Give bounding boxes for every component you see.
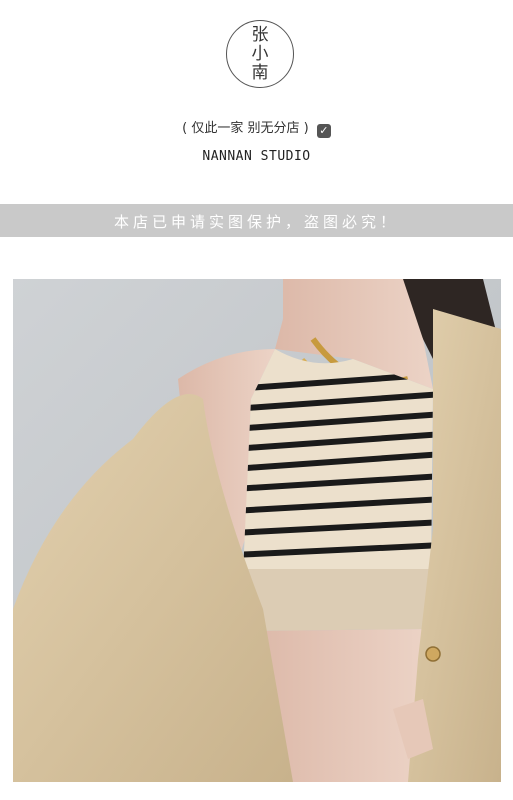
shop-logo-text: 张 小 南 <box>251 25 269 83</box>
studio-name: NANNAN STUDIO <box>202 149 311 164</box>
copyright-banner: 本店已申请实图保护，盗图必究！ <box>0 204 513 237</box>
exclusive-notice: ( 仅此一家 别无分店 ) ✓ <box>0 117 513 138</box>
copyright-banner-text: 本店已申请实图保护，盗图必究！ <box>113 213 399 231</box>
check-square-icon: ✓ <box>316 124 331 138</box>
exclusive-notice-text: ( 仅此一家 别无分店 ) <box>182 121 309 136</box>
shop-logo: 张 小 南 <box>226 20 294 88</box>
product-photo <box>13 279 501 782</box>
